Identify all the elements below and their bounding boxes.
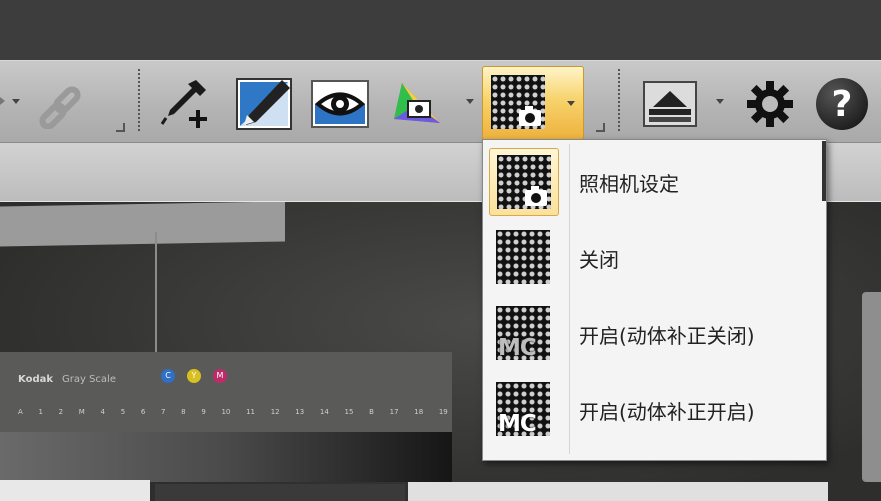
menu-item-label: 开启(动体补正开启) — [579, 400, 755, 424]
scale-label: 6 — [140, 408, 146, 416]
link-button[interactable] — [30, 73, 90, 135]
help-button[interactable]: ? — [812, 73, 872, 135]
mc-badge: MC — [498, 335, 537, 361]
previous-dropdown-arrow[interactable] — [0, 97, 5, 105]
scale-label: 12 — [270, 408, 280, 416]
mc-on-icon: MC — [496, 382, 550, 436]
toolbar-grip-2[interactable] — [618, 69, 624, 131]
camera-settings-menu: 照相机设定 关闭 MC 开启(动体补正关闭) MC 开启(动体补正开启) — [482, 139, 827, 461]
settings-button[interactable] — [740, 73, 800, 135]
pencil-icon — [236, 78, 292, 130]
scale-labels: A 1 2 M 4 5 6 7 8 9 10 11 12 13 14 15 B … — [18, 408, 448, 416]
mc-off-icon: MC — [496, 306, 550, 360]
menu-item-icon-frame — [489, 148, 559, 216]
menu-item-icon-frame — [489, 224, 557, 290]
eye-button[interactable] — [310, 73, 370, 135]
scale-label: 8 — [181, 408, 186, 416]
menu-item-icon-frame: MC — [489, 376, 557, 442]
bottom-panel-2 — [155, 484, 405, 501]
camera-settings-icon — [491, 75, 545, 129]
scale-label: 17 — [389, 408, 399, 416]
scale-label: A — [18, 408, 23, 416]
eyedropper-add-icon — [160, 80, 207, 128]
scale-label: 10 — [221, 408, 231, 416]
swatch-magenta: M — [213, 369, 227, 383]
target-brand: Kodak — [18, 374, 53, 385]
title-bar — [0, 0, 881, 60]
camera-settings-dropdown-arrow[interactable] — [567, 101, 575, 106]
menu-scroll-indicator[interactable] — [822, 141, 826, 201]
eye-icon — [311, 80, 369, 128]
scale-label: 18 — [414, 408, 424, 416]
scale-label: 14 — [319, 408, 329, 416]
scale-label: 7 — [161, 408, 166, 416]
toolbar-dropdown-arrow[interactable] — [12, 99, 20, 104]
layer-stack-icon — [643, 81, 697, 127]
camera-settings-icon — [497, 155, 551, 209]
toolbar-group-resize-handle[interactable] — [116, 123, 125, 132]
scale-label: 13 — [295, 408, 305, 416]
layer-stack-button[interactable] — [640, 73, 700, 135]
color-profile-button[interactable] — [388, 73, 448, 135]
scale-label: 2 — [58, 408, 64, 416]
swatch-cyan: C — [161, 369, 175, 383]
link-icon — [39, 86, 81, 129]
right-object — [862, 292, 881, 482]
bottom-white-panel — [0, 480, 150, 501]
help-icon: ? — [816, 78, 868, 130]
camera-glyph — [519, 106, 541, 126]
color-profile-dropdown-arrow[interactable] — [466, 99, 474, 104]
menu-item-camera-settings[interactable]: 照相机设定 — [487, 144, 821, 216]
menu-item-on-mc-on[interactable]: MC 开启(动体补正开启) — [487, 372, 821, 444]
eyedropper-add-button[interactable] — [156, 73, 216, 135]
bottom-panel-3 — [408, 482, 828, 501]
scale-label: 1 — [38, 408, 43, 416]
camera-glyph — [525, 186, 547, 206]
menu-item-on-mc-off[interactable]: MC 开启(动体补正关闭) — [487, 296, 821, 368]
grid-off-icon — [496, 230, 550, 284]
scale-label: 19 — [438, 408, 448, 416]
scale-label: 15 — [344, 408, 354, 416]
swatch-yellow: Y — [187, 369, 201, 383]
menu-item-icon-frame: MC — [489, 300, 557, 366]
menu-item-label: 开启(动体补正关闭) — [579, 324, 755, 348]
scale-label: M — [78, 408, 85, 416]
menu-item-label: 照相机设定 — [579, 172, 679, 196]
camera-settings-button[interactable] — [482, 66, 584, 140]
toolbar-group-resize-handle-2[interactable] — [596, 123, 605, 132]
toolbar-grip[interactable] — [138, 69, 144, 131]
main-toolbar: ? — [0, 60, 881, 143]
scale-label: B — [369, 408, 374, 416]
background-panel — [0, 202, 285, 247]
gray-scale-strip — [0, 432, 452, 482]
layer-stack-dropdown-arrow[interactable] — [716, 99, 724, 104]
scale-label: 4 — [100, 408, 105, 416]
target-name: Gray Scale — [62, 374, 116, 385]
gear-icon — [747, 81, 793, 127]
pencil-button[interactable] — [234, 73, 294, 135]
gray-scale-card: Kodak Gray Scale C Y M A 1 2 M 4 5 6 7 8… — [0, 352, 452, 432]
menu-item-label: 关闭 — [579, 248, 619, 272]
menu-item-off[interactable]: 关闭 — [487, 220, 821, 292]
color-profile-camera-icon — [394, 83, 440, 123]
scale-label: 5 — [120, 408, 126, 416]
scale-label: 9 — [201, 408, 206, 416]
help-glyph: ? — [831, 83, 853, 125]
mc-badge: MC — [498, 411, 537, 437]
scale-label: 11 — [246, 408, 255, 416]
